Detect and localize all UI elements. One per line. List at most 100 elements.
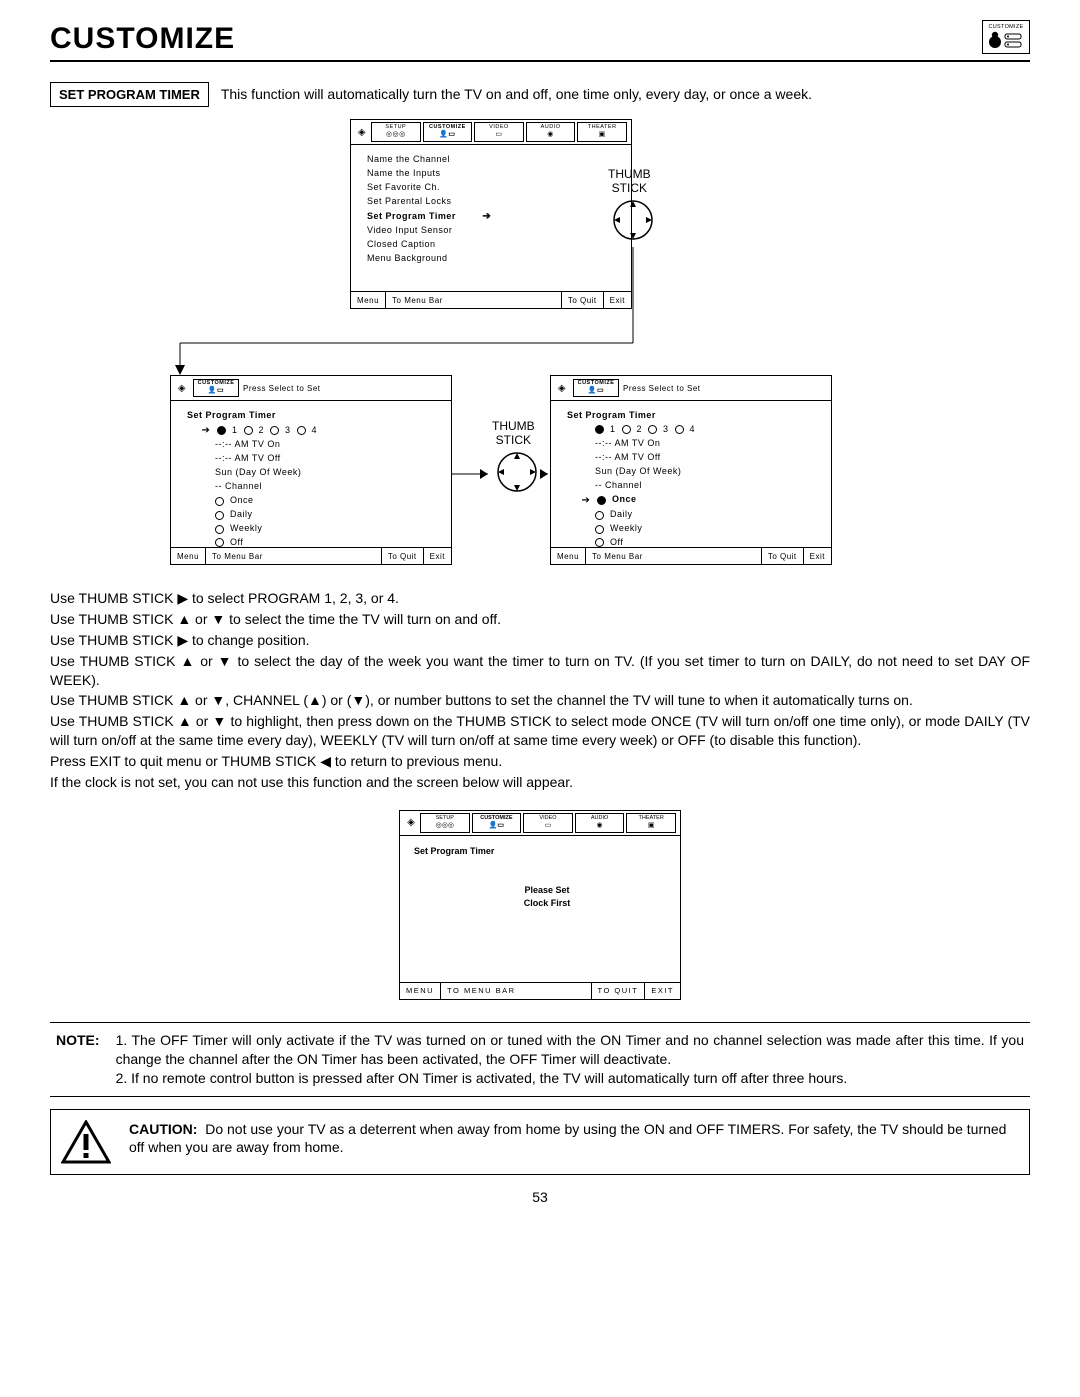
- press-select-label: Press Select to Set: [243, 384, 321, 393]
- menu-item: Set Favorite Ch.: [367, 181, 631, 195]
- clock-msg-line: Clock First: [414, 897, 680, 910]
- menu-item: Video Input Sensor: [367, 224, 631, 238]
- thumbstick-label: THUMBSTICK: [492, 419, 535, 448]
- press-select-label: Press Select to Set: [623, 384, 701, 393]
- remote-icon: ◈: [355, 122, 369, 142]
- radio-icon: [675, 425, 684, 434]
- tab-audio: AUDIO◉: [526, 122, 576, 142]
- down-arrow-icon: ▼: [212, 713, 226, 729]
- up-arrow-icon: ▲: [180, 653, 195, 669]
- note-label: NOTE:: [56, 1031, 100, 1088]
- up-arrow-icon: ▲: [308, 692, 322, 708]
- radio-icon: [597, 496, 606, 505]
- radio-icon: [595, 511, 604, 520]
- remote-icon: ◈: [555, 383, 569, 394]
- down-arrow-icon: ▼: [211, 692, 225, 708]
- day-row: Sun (Day Of Week): [567, 465, 831, 479]
- tab-setup: SETUP◎◎◎: [371, 122, 421, 142]
- tab-customize: CUSTOMIZE👤▭: [193, 379, 239, 397]
- footer-tomenubar: TO MENU BAR: [440, 983, 521, 999]
- footer-menu: MENU: [400, 986, 440, 995]
- menu-item: Set Parental Locks: [367, 195, 631, 209]
- radio-icon: [595, 425, 604, 434]
- thumbstick-icon: [610, 197, 656, 243]
- up-arrow-icon: ▲: [177, 611, 191, 627]
- down-arrow-icon: ▼: [211, 611, 225, 627]
- instructions-block: Use THUMB STICK ▶ to select PROGRAM 1, 2…: [50, 589, 1030, 792]
- channel-row: -- Channel: [187, 480, 451, 494]
- menu-item: Name the Inputs: [367, 167, 631, 181]
- right-arrow-icon: ➔: [482, 209, 492, 225]
- radio-icon: [215, 511, 224, 520]
- menu-item: Closed Caption: [367, 238, 631, 252]
- caution-label: CAUTION:: [129, 1121, 197, 1137]
- section-label: SET PROGRAM TIMER: [50, 82, 209, 107]
- footer-tomenubar: To Menu Bar: [385, 292, 449, 308]
- up-arrow-icon: ▲: [177, 692, 191, 708]
- down-arrow-icon: ▼: [218, 653, 233, 669]
- footer-menu: Menu: [551, 552, 585, 561]
- footer-exit: Exit: [423, 548, 451, 564]
- tv-off-row: --:-- AM TV Off: [187, 452, 451, 466]
- remote-icon: ◈: [404, 813, 418, 833]
- right-arrow-icon: ▶: [177, 590, 188, 606]
- footer-toquit: TO QUIT: [591, 983, 645, 999]
- tab-audio: AUDIO◉: [575, 813, 625, 833]
- menu-item: Menu Background: [367, 252, 631, 266]
- radio-icon: [297, 426, 306, 435]
- footer-tomenubar: To Menu Bar: [585, 548, 649, 564]
- footer-tomenubar: To Menu Bar: [205, 548, 269, 564]
- footer-exit: Exit: [803, 548, 831, 564]
- footer-menu: Menu: [351, 296, 385, 305]
- footer-exit: EXIT: [644, 983, 680, 999]
- menu-item: Name the Channel: [367, 153, 631, 167]
- osd-heading: Set Program Timer: [567, 409, 831, 423]
- radio-icon: [595, 525, 604, 534]
- note-box: NOTE: 1. The OFF Timer will only activat…: [50, 1022, 1030, 1097]
- right-arrow-icon: ▶: [177, 632, 188, 648]
- clock-msg-line: Please Set: [414, 884, 680, 897]
- tab-theater: THEATER▣: [626, 813, 676, 833]
- caution-box: CAUTION: Do not use your TV as a deterre…: [50, 1109, 1030, 1175]
- footer-toquit: To Quit: [561, 292, 603, 308]
- page-number: 53: [50, 1189, 1030, 1205]
- tab-video: VIDEO▭: [523, 813, 573, 833]
- footer-menu: Menu: [171, 552, 205, 561]
- down-arrow-icon: ▼: [351, 692, 365, 708]
- remote-icon: ◈: [175, 383, 189, 394]
- left-arrow-icon: ◀: [320, 753, 331, 769]
- osd-heading: Set Program Timer: [187, 409, 451, 423]
- channel-row: -- Channel: [567, 479, 831, 493]
- tv-off-row: --:-- AM TV Off: [567, 451, 831, 465]
- osd-flow-diagram: ◈ SETUP◎◎◎ CUSTOMIZE👤▭ VIDEO▭ AUDIO◉ THE…: [50, 119, 1030, 579]
- up-arrow-icon: ▲: [178, 713, 192, 729]
- radio-icon: [217, 426, 226, 435]
- tab-customize: CUSTOMIZE👤▭: [472, 813, 522, 833]
- tab-setup: SETUP◎◎◎: [420, 813, 470, 833]
- right-arrow-icon: ➔: [201, 423, 211, 439]
- menu-item-selected: Set Program Timer ➔: [367, 209, 631, 225]
- thumbstick-label: THUMBSTICK: [608, 167, 651, 196]
- radio-icon: [244, 426, 253, 435]
- day-row: Sun (Day Of Week): [187, 466, 451, 480]
- radio-icon: [215, 525, 224, 534]
- caution-text: Do not use your TV as a deterrent when a…: [129, 1121, 1006, 1156]
- page-title: CUSTOMIZE: [50, 22, 972, 56]
- section-desc: This function will automatically turn th…: [209, 82, 812, 102]
- osd-customize-menu: ◈ SETUP◎◎◎ CUSTOMIZE👤▭ VIDEO▭ AUDIO◉ THE…: [350, 119, 632, 309]
- customize-corner-icon: CUSTOMIZE: [982, 20, 1030, 54]
- footer-toquit: To Quit: [381, 548, 423, 564]
- tab-customize: CUSTOMIZE👤▭: [573, 379, 619, 397]
- tab-video: VIDEO▭: [474, 122, 524, 142]
- right-arrow-icon: ➔: [581, 493, 591, 509]
- tab-customize: CUSTOMIZE👤▭: [423, 122, 473, 142]
- tv-on-row: --:-- AM TV On: [567, 437, 831, 451]
- radio-icon: [215, 497, 224, 506]
- osd-program-timer-step1: ◈ CUSTOMIZE👤▭ Press Select to Set Set Pr…: [170, 375, 452, 565]
- osd-heading: Set Program Timer: [414, 846, 680, 856]
- osd-program-timer-step2: ◈ CUSTOMIZE👤▭ Press Select to Set Set Pr…: [550, 375, 832, 565]
- radio-icon: [622, 425, 631, 434]
- note-line: 1. The OFF Timer will only activate if t…: [116, 1031, 1024, 1069]
- tab-theater: THEATER▣: [577, 122, 627, 142]
- radio-icon: [648, 425, 657, 434]
